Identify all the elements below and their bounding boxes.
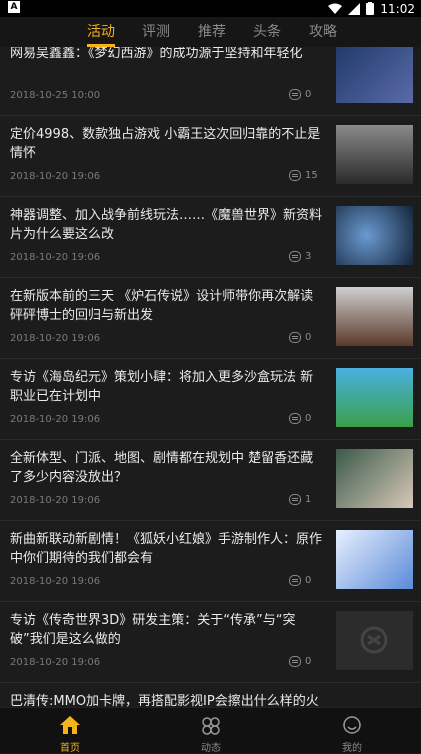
article-thumbnail <box>336 287 413 346</box>
list-item[interactable]: 在新版本前的三天 《炉石传说》设计师带你再次解读砰砰博士的回归与新出发 2018… <box>0 278 421 359</box>
list-item[interactable]: 专访《海岛纪元》策划小肆：将加入更多沙盒玩法 新职业已在计划中 2018-10-… <box>0 359 421 440</box>
tab-recommend[interactable]: 推荐 <box>187 17 237 47</box>
tab-headline[interactable]: 头条 <box>242 17 292 47</box>
article-thumbnail <box>336 47 413 103</box>
article-date: 2018-10-20 19:06 <box>10 657 101 668</box>
comment-icon <box>289 575 301 586</box>
comment-count: 0 <box>289 656 311 667</box>
nav-home[interactable]: 首页 <box>40 711 100 754</box>
article-date: 2018-10-20 19:06 <box>10 171 101 182</box>
list-item[interactable]: 网易吴鑫鑫：《梦幻西游》的成功源于坚持和年轻化 2018-10-25 10:00… <box>0 47 421 116</box>
article-thumbnail-placeholder <box>336 611 413 670</box>
bottom-navigation: 首页 动态 我的 <box>0 707 421 754</box>
comment-count: 0 <box>289 413 311 424</box>
article-thumbnail <box>336 449 413 508</box>
list-item[interactable]: 新曲新联动新剧情！《狐妖小红娘》手游制作人：原作中你们期待的我们都会有 2018… <box>0 521 421 602</box>
list-item[interactable]: 专访《传奇世界3D》研发主策：关于“传承”与“突破”我们是这么做的 2018-1… <box>0 602 421 683</box>
nav-profile[interactable]: 我的 <box>322 711 382 754</box>
placeholder-logo-icon <box>360 626 388 654</box>
article-date: 2018-10-20 19:06 <box>10 252 101 263</box>
comment-count: 0 <box>289 332 311 343</box>
grid-icon <box>200 715 222 737</box>
comment-icon <box>289 413 301 424</box>
comment-count: 15 <box>289 170 318 181</box>
article-title: 巴清传:MMO加卡牌，再搭配影视IP会擦出什么样的火花？ <box>10 694 319 707</box>
comment-icon <box>289 251 301 262</box>
comment-icon <box>289 656 301 667</box>
article-date: 2018-10-20 19:06 <box>10 495 101 506</box>
article-list[interactable]: 网易吴鑫鑫：《梦幻西游》的成功源于坚持和年轻化 2018-10-25 10:00… <box>0 47 421 707</box>
status-right: 11:02 <box>328 0 415 17</box>
article-title: 神器调整、加入战争前线玩法……《魔兽世界》新资料片为什么要这么改 <box>10 208 323 242</box>
comment-icon <box>289 170 301 181</box>
home-icon <box>59 715 81 737</box>
article-thumbnail <box>336 368 413 427</box>
comment-count: 0 <box>289 575 311 586</box>
article-date: 2018-10-20 19:06 <box>10 414 101 425</box>
tab-activity[interactable]: 活动 <box>76 17 126 47</box>
comment-count: 1 <box>289 494 311 505</box>
article-date: 2018-10-20 19:06 <box>10 576 101 587</box>
signal-icon <box>348 2 361 15</box>
article-date: 2018-10-25 10:00 <box>10 90 101 101</box>
article-thumbnail <box>336 206 413 265</box>
comment-count: 0 <box>289 89 311 100</box>
list-item[interactable]: 神器调整、加入战争前线玩法……《魔兽世界》新资料片为什么要这么改 2018-10… <box>0 197 421 278</box>
article-thumbnail <box>336 125 413 184</box>
wifi-icon <box>328 3 343 14</box>
article-title: 定价4998、数款独占游戏 小霸王这次回归靠的不止是情怀 <box>10 127 321 161</box>
status-bar: A 11:02 <box>0 0 421 17</box>
list-item[interactable]: 全新体型、门派、地图、剧情都在规划中 楚留香还藏了多少内容没放出？ 2018-1… <box>0 440 421 521</box>
article-title: 在新版本前的三天 《炉石传说》设计师带你再次解读砰砰博士的回归与新出发 <box>10 289 314 323</box>
article-title: 新曲新联动新剧情！《狐妖小红娘》手游制作人：原作中你们期待的我们都会有 <box>10 532 323 566</box>
clock: 11:02 <box>380 1 415 16</box>
article-title: 全新体型、门派、地图、剧情都在规划中 楚留香还藏了多少内容没放出？ <box>10 451 314 485</box>
article-title: 专访《海岛纪元》策划小肆：将加入更多沙盒玩法 新职业已在计划中 <box>10 370 314 404</box>
comment-count: 3 <box>289 251 311 262</box>
nav-activity[interactable]: 动态 <box>181 711 241 754</box>
comment-icon <box>289 332 301 343</box>
tab-review[interactable]: 评测 <box>131 17 181 47</box>
battery-icon <box>366 2 375 15</box>
tab-guide[interactable]: 攻略 <box>298 17 348 47</box>
user-icon <box>341 715 363 737</box>
comment-icon <box>289 89 301 100</box>
list-item[interactable]: 巴清传:MMO加卡牌，再搭配影视IP会擦出什么样的火花？ <box>0 683 421 707</box>
article-date: 2018-10-20 19:06 <box>10 333 101 344</box>
comment-icon <box>289 494 301 505</box>
article-title: 网易吴鑫鑫：《梦幻西游》的成功源于坚持和年轻化 <box>10 47 303 61</box>
app-notification-icon: A <box>8 1 20 13</box>
list-item[interactable]: 定价4998、数款独占游戏 小霸王这次回归靠的不止是情怀 2018-10-20 … <box>0 116 421 197</box>
tab-bar: 活动 评测 推荐 头条 攻略 <box>0 17 421 47</box>
article-thumbnail <box>336 530 413 589</box>
article-title: 专访《传奇世界3D》研发主策：关于“传承”与“突破”我们是这么做的 <box>10 613 296 647</box>
